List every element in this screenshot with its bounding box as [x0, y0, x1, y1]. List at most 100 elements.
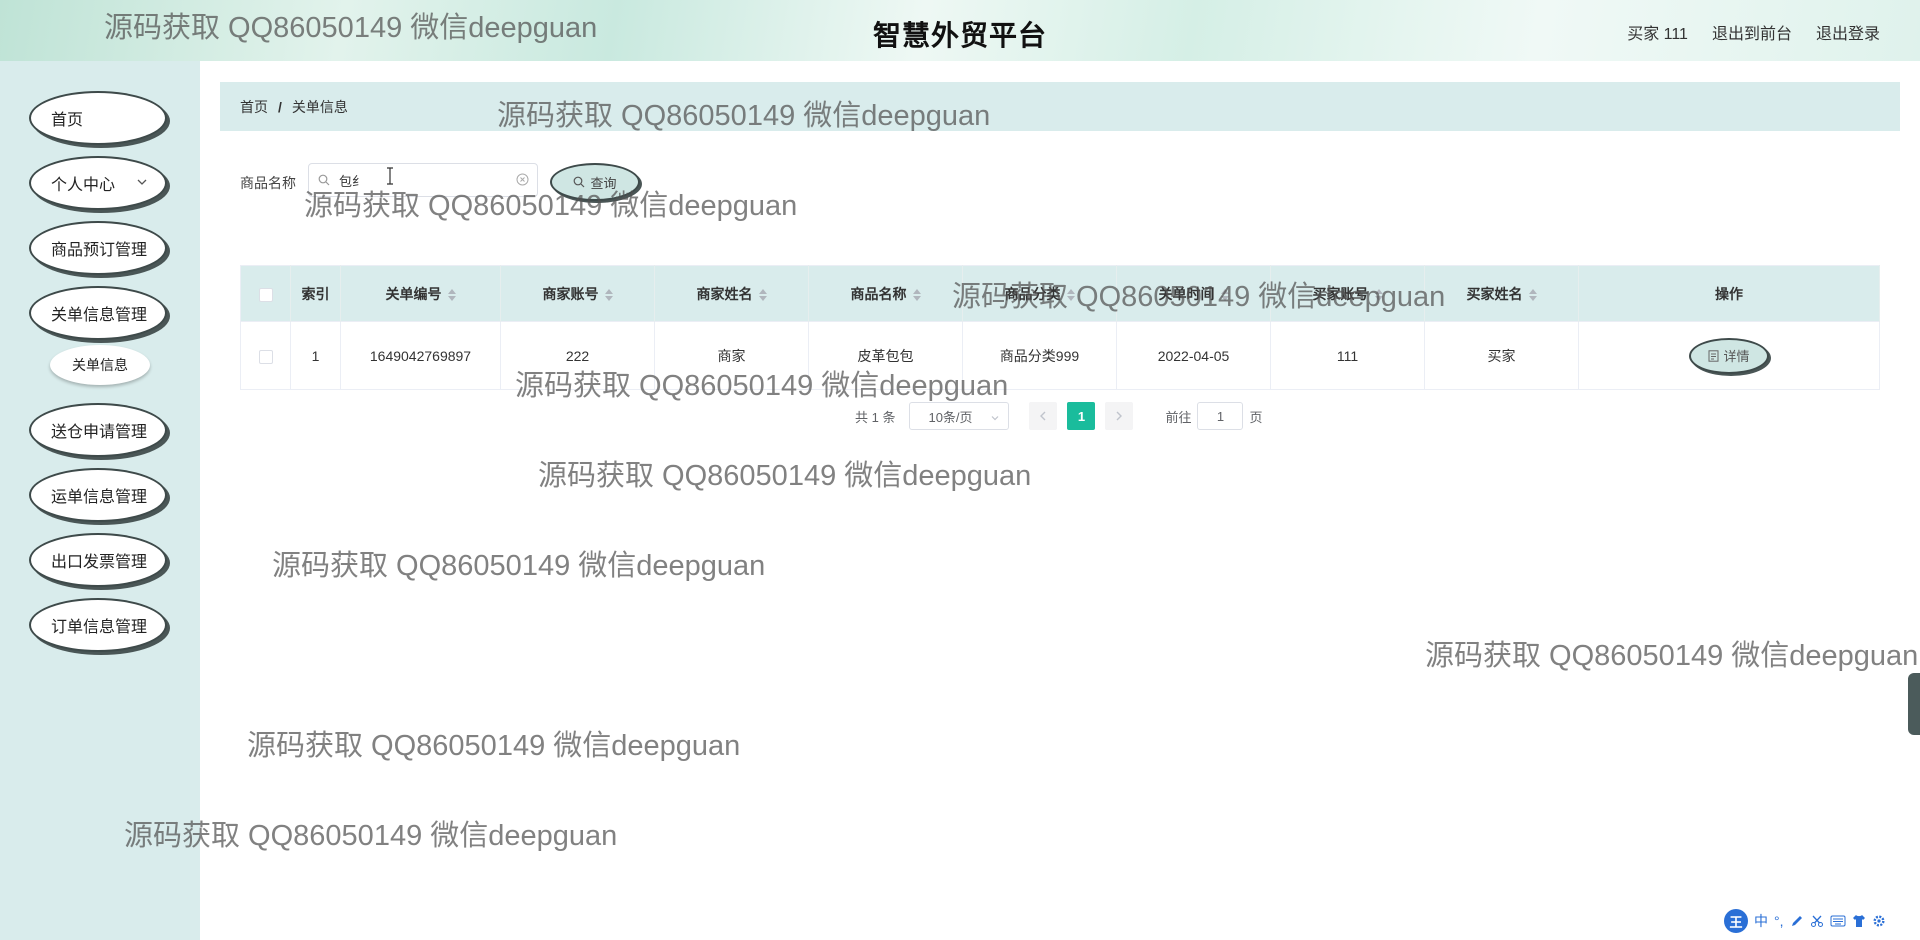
search-label: 商品名称 [240, 175, 296, 191]
breadcrumb-home[interactable]: 首页 [240, 97, 268, 117]
side-drawer-handle[interactable] [1908, 673, 1920, 735]
detail-button-label: 详情 [1723, 349, 1750, 364]
column-header-label: 商家账号 [542, 285, 599, 302]
prev-page-button[interactable] [1029, 402, 1058, 430]
column-header-label: 关单时间 [1158, 285, 1215, 302]
clear-icon[interactable] [516, 173, 529, 186]
sidebar-subitem-customs-info[interactable]: 关单信息 [50, 345, 150, 385]
column-header-label: 买家账号 [1312, 285, 1369, 302]
chevron-right-icon [1116, 411, 1123, 421]
document-icon [1708, 349, 1719, 362]
column-header-sortable[interactable]: 商家姓名 [654, 265, 809, 322]
keyboard-icon[interactable] [1830, 915, 1846, 927]
search-button-label: 查询 [590, 175, 617, 191]
next-page-button[interactable] [1105, 402, 1134, 430]
cell-merchant-name: 商家 [654, 321, 809, 390]
sort-icon[interactable] [447, 288, 456, 301]
sidebar-item-label: 送仓申请管理 [51, 424, 148, 441]
column-header-sortable[interactable]: 商品名称 [808, 265, 963, 322]
sidebar-item-label: 商品预订管理 [51, 242, 148, 259]
pagination: 共 1 条 10条/页 1 前往 页 [855, 402, 1263, 430]
punctuation-icon[interactable]: °, [1774, 913, 1784, 929]
top-header: 智慧外贸平台 买家 111 退出到前台 退出登录 [0, 0, 1920, 61]
sidebar-item-label: 出口发票管理 [51, 554, 148, 571]
column-header-label: 商品分类 [1004, 285, 1061, 302]
scissors-icon[interactable] [1810, 914, 1824, 928]
column-header-sortable[interactable]: 关单时间 [1116, 265, 1271, 322]
sidebar-item-label: 运单信息管理 [51, 489, 148, 506]
ime-toolbar: 王 中 °, [1724, 908, 1886, 934]
table-header-row: 索引 关单编号 商家账号 商家姓名 商品名称 商品分类 关单时间 买家账号 买家… [240, 265, 1880, 322]
sidebar-item-warehouse-request[interactable]: 送仓申请管理 [29, 403, 167, 457]
sidebar-item-customs-info[interactable]: 关单信息管理 [29, 286, 167, 340]
ime-logo-icon[interactable]: 王 [1724, 909, 1748, 933]
ime-language-toggle[interactable]: 中 [1754, 911, 1768, 931]
logout-link[interactable]: 退出登录 [1816, 20, 1880, 44]
search-icon [574, 176, 585, 188]
sort-icon[interactable] [1066, 288, 1075, 301]
watermark-text: 源码获取 QQ86050149 微信deepguan [272, 550, 766, 582]
table-row: 1 1649042769897 222 商家 皮革包包 商品分类999 2022… [240, 321, 1880, 390]
sidebar-item-label: 订单信息管理 [51, 619, 148, 636]
customs-table: 索引 关单编号 商家账号 商家姓名 商品名称 商品分类 关单时间 买家账号 买家… [240, 265, 1880, 390]
pagination-total: 共 1 条 [855, 409, 896, 425]
column-header-sortable[interactable]: 商家账号 [500, 265, 655, 322]
search-button[interactable]: 查询 [550, 163, 640, 201]
select-all-checkbox[interactable] [258, 287, 273, 302]
chevron-down-icon [990, 411, 1000, 421]
watermark-text: 源码获取 QQ86050149 微信deepguan [538, 460, 1032, 492]
sidebar-item-waybill-info[interactable]: 运单信息管理 [29, 468, 167, 522]
page-size-select[interactable]: 10条/页 [909, 402, 1010, 430]
cell-merchant-account: 222 [500, 321, 655, 390]
cell-order-no: 1649042769897 [340, 321, 501, 390]
text-cursor-icon [385, 167, 395, 190]
chevron-down-icon [137, 175, 147, 189]
current-user: 买家 111 [1627, 26, 1688, 43]
column-header-sortable[interactable]: 买家账号 [1270, 265, 1425, 322]
sort-icon[interactable] [604, 288, 613, 301]
page-size-value: 10条/页 [928, 409, 973, 425]
sort-icon[interactable] [758, 288, 767, 301]
column-header-label: 买家姓名 [1466, 285, 1523, 302]
header-user-area: 买家 111 退出到前台 退出登录 [1627, 20, 1880, 44]
sidebar-item-order-info[interactable]: 订单信息管理 [29, 598, 167, 652]
breadcrumb-current: 关单信息 [291, 98, 348, 115]
cell-actions: 详情 [1578, 321, 1880, 390]
back-to-front-link[interactable]: 退出到前台 [1712, 20, 1792, 44]
sort-icon[interactable] [912, 288, 921, 301]
sidebar-item-export-invoice[interactable]: 出口发票管理 [29, 533, 167, 587]
shirt-icon[interactable] [1852, 914, 1866, 928]
goto-page-input[interactable] [1197, 402, 1244, 430]
column-header-sortable[interactable]: 关单编号 [340, 265, 501, 322]
column-header-label: 关单编号 [385, 285, 442, 302]
column-header: 操作 [1578, 265, 1880, 322]
row-select-cell[interactable] [240, 321, 291, 390]
sidebar-item-label: 关单信息管理 [51, 307, 148, 324]
page-number-current[interactable]: 1 [1067, 402, 1096, 430]
sidebar-item-home[interactable]: 首页 [29, 91, 167, 145]
page-unit-label: 页 [1249, 409, 1263, 425]
breadcrumb-separator: / [278, 98, 282, 115]
sort-icon[interactable] [1220, 288, 1229, 301]
chevron-left-icon [1040, 411, 1046, 421]
goto-label: 前往 [1165, 409, 1192, 425]
sidebar-item-label: 个人中心 [51, 177, 116, 194]
cell-buyer-name: 买家 [1424, 321, 1579, 390]
sidebar-item-personal-center[interactable]: 个人中心 [29, 156, 167, 210]
cell-time: 2022-04-05 [1116, 321, 1271, 390]
gear-icon[interactable] [1872, 914, 1886, 928]
watermark-text: 源码获取 QQ86050149 微信deepguan [247, 730, 741, 762]
pen-icon[interactable] [1790, 914, 1804, 928]
sidebar-item-product-booking[interactable]: 商品预订管理 [29, 221, 167, 275]
cell-product-name: 皮革包包 [808, 321, 963, 390]
column-header-sortable[interactable]: 买家姓名 [1424, 265, 1579, 322]
detail-button[interactable]: 详情 [1689, 337, 1769, 374]
search-input[interactable] [308, 163, 538, 197]
row-checkbox[interactable] [258, 349, 273, 364]
cell-index: 1 [290, 321, 341, 390]
column-header-sortable[interactable]: 商品分类 [962, 265, 1117, 322]
sort-icon[interactable] [1528, 288, 1537, 301]
sort-icon[interactable] [1374, 288, 1383, 301]
select-all-cell[interactable] [240, 265, 291, 322]
column-header-label: 商品名称 [850, 285, 907, 302]
